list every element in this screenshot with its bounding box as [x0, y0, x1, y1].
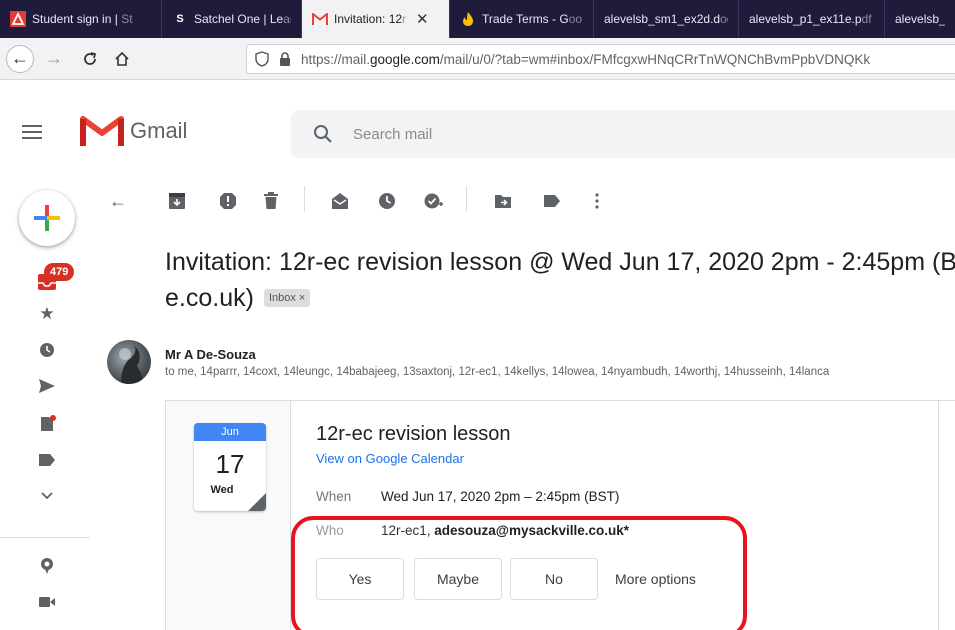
gmail-header: Gmail [0, 80, 955, 184]
snooze-clock-icon[interactable] [376, 190, 398, 212]
mark-unread-icon[interactable] [329, 190, 351, 212]
sender-name[interactable]: Mr A De-Souza [165, 347, 256, 362]
search-bar[interactable] [291, 110, 955, 158]
view-on-google-calendar-link[interactable]: View on Google Calendar [316, 451, 464, 466]
back-to-inbox-arrow-icon[interactable]: ← [107, 190, 129, 212]
inbox-label-chip[interactable]: Inbox × [263, 289, 311, 307]
event-title: 12r-ec revision lesson [316, 423, 511, 445]
gmail-m-icon [312, 11, 328, 27]
more-chevron-down-icon[interactable] [37, 486, 57, 506]
rsvp-more-options-button[interactable]: More options [615, 571, 696, 587]
back-arrow-icon[interactable]: ← [6, 44, 34, 73]
rsvp-maybe-button[interactable]: Maybe [414, 558, 502, 600]
when-value: Wed Jun 17, 2020 2pm – 2:45pm (BST) [381, 489, 620, 504]
who-label: Who [316, 523, 344, 538]
message-subject: Invitation: 12r-ec revision lesson @ Wed… [165, 248, 955, 312]
url-bar[interactable]: https://mail.google.com/mail/u/0/?tab=wm… [246, 44, 955, 74]
browser-tab-trade-terms[interactable]: Trade Terms - Goo [450, 0, 594, 38]
page-fold-icon [248, 493, 266, 511]
browser-tab-alevelsb[interactable]: alevelsb_ [885, 0, 955, 38]
search-icon[interactable] [313, 124, 333, 144]
reload-icon[interactable] [76, 45, 104, 73]
browser-tab-sm1-ex2d[interactable]: alevelsb_sm1_ex2d.doc [594, 0, 739, 38]
invite-date-panel: Jun 17 Wed [166, 401, 291, 630]
add-to-tasks-icon[interactable] [423, 190, 445, 212]
labels-tag-icon[interactable] [541, 190, 563, 212]
browser-tab-invitation[interactable]: Invitation: 12r ✕ [302, 0, 450, 38]
satchel-s-icon: S [176, 13, 184, 25]
chat-bubble-icon[interactable] [37, 556, 57, 576]
browser-tab-satchel-one[interactable]: S Satchel One | Lear [162, 0, 302, 38]
browser-tab-student-sign-in[interactable]: Student sign in | St [0, 0, 162, 38]
calendar-date-icon: Jun 17 Wed [194, 423, 266, 511]
shield-icon[interactable] [255, 51, 269, 67]
compose-plus-icon [34, 205, 60, 231]
lock-icon[interactable] [279, 52, 291, 66]
report-spam-icon[interactable] [217, 190, 239, 212]
drafts-icon[interactable] [37, 414, 57, 434]
delete-trash-icon[interactable] [260, 190, 282, 212]
browser-tab-p1-ex11e[interactable]: alevelsb_p1_ex11e.pdf [739, 0, 885, 38]
search-input[interactable] [353, 125, 753, 143]
gmail-logo-icon[interactable] [80, 114, 124, 148]
main-menu-icon[interactable] [22, 125, 42, 143]
snoozed-clock-icon[interactable] [37, 340, 57, 360]
forward-arrow-icon[interactable]: → [40, 45, 68, 73]
move-to-folder-icon[interactable] [492, 190, 514, 212]
starred-icon[interactable]: ★ [37, 304, 57, 324]
meet-video-icon[interactable] [37, 592, 57, 612]
toolbar-divider [304, 186, 305, 212]
red-triangle-logo-icon [10, 11, 26, 27]
archive-icon[interactable] [166, 190, 188, 212]
compose-button[interactable] [19, 190, 75, 246]
inbox-unread-badge: 479 [44, 263, 75, 281]
browser-nav-bar: ← → https://mail.google.com/mail/u/0/?ta… [0, 38, 955, 80]
rsvp-no-button[interactable]: No [510, 558, 598, 600]
close-tab-icon[interactable]: ✕ [416, 10, 429, 28]
more-vertical-dots-icon[interactable] [586, 190, 608, 212]
who-value: 12r-ec1, adesouza@mysackville.co.uk* [381, 523, 630, 538]
when-label: When [316, 489, 352, 504]
home-icon[interactable] [108, 45, 136, 73]
sender-avatar[interactable] [107, 340, 151, 384]
label-tag-icon[interactable] [37, 450, 57, 470]
gmail-wordmark[interactable]: Gmail [130, 118, 187, 144]
toolbar-divider [466, 186, 467, 212]
calendar-invite-card: Jun 17 Wed 12r-ec revision lesson View o… [165, 400, 955, 630]
browser-tab-strip: Student sign in | St S Satchel One | Lea… [0, 0, 955, 38]
card-divider [938, 401, 939, 630]
recipients-list[interactable]: to me, 14parrr, 14coxt, 14leungc, 14baba… [165, 366, 955, 378]
url-text: https://mail.google.com/mail/u/0/?tab=wm… [301, 51, 871, 67]
drive-flame-icon [460, 11, 476, 27]
sent-icon[interactable] [37, 376, 57, 396]
rsvp-yes-button[interactable]: Yes [316, 558, 404, 600]
rail-divider [0, 537, 90, 538]
